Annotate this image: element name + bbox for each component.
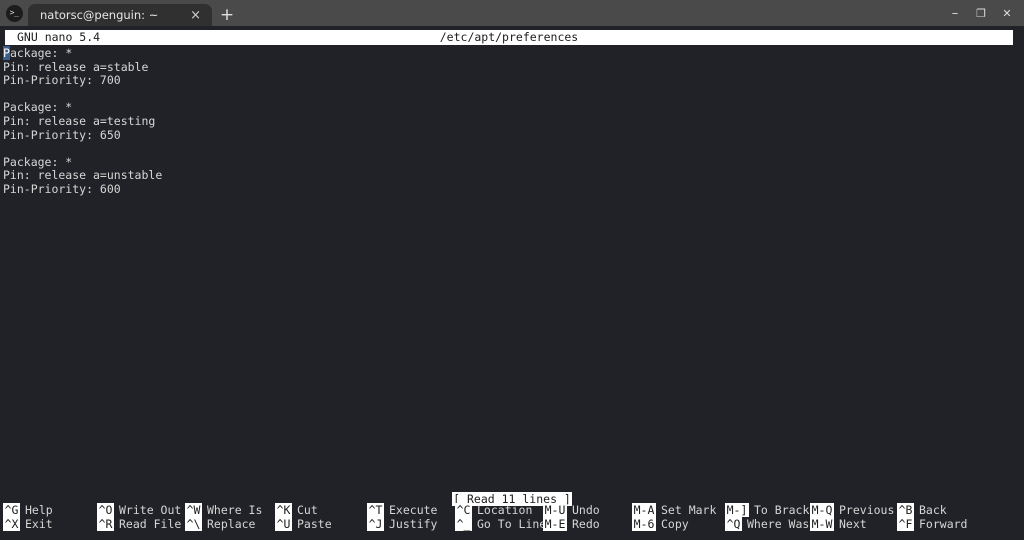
shortcut-paste[interactable]: ^U Paste xyxy=(275,517,332,531)
shortcut-previous[interactable]: M-Q Previous xyxy=(810,503,894,517)
editor-line: Pin: release a=unstable xyxy=(3,168,163,183)
editor-line: Package: * xyxy=(3,46,73,60)
shortcut-label: Execute xyxy=(389,503,438,517)
shortcut-key: ^C xyxy=(455,503,472,517)
window-titlebar: >_ natorsc@penguin: ~ × + – ❐ ✕ xyxy=(0,0,1024,26)
shortcut-copy[interactable]: M-6 Copy xyxy=(632,517,689,531)
shortcut-key: ^_ xyxy=(455,517,472,531)
shortcut-redo[interactable]: M-E Redo xyxy=(543,517,600,531)
shortcut-key: ^J xyxy=(367,517,384,531)
shortcut-key: ^W xyxy=(185,503,202,517)
shortcut-label: Read File xyxy=(119,517,182,531)
shortcut-write-out[interactable]: ^O Write Out xyxy=(97,503,181,517)
shortcut-label: Where Is xyxy=(207,503,263,517)
shortcut-key: M-6 xyxy=(632,517,656,531)
shortcut-where-was[interactable]: ^Q Where Was xyxy=(725,517,809,531)
editor-line: Pin: release a=stable xyxy=(3,59,149,74)
new-tab-button[interactable]: + xyxy=(212,4,242,26)
shortcut-undo[interactable]: M-U Undo xyxy=(543,503,600,517)
text-cursor: P xyxy=(3,46,10,60)
shortcut-label: Redo xyxy=(572,517,600,531)
shortcut-key: ^T xyxy=(367,503,384,517)
nano-shortcut-bar: ^G Help ^O Write Out ^W Where Is ^K Cut ^T Execut… xyxy=(0,503,1024,540)
shortcut-key: ^Q xyxy=(725,517,742,531)
shortcut-label: Back xyxy=(919,503,947,517)
shortcut-label: Write Out xyxy=(119,503,182,517)
shortcut-label: Paste xyxy=(297,517,332,531)
editor-line: Pin: release a=testing xyxy=(3,113,156,128)
shortcut-label: Location xyxy=(477,503,533,517)
editor-text-area[interactable]: Package: * Pin: release a=stable Pin-Prior… xyxy=(0,46,1024,502)
shortcut-key: M-Q xyxy=(810,503,834,517)
shortcut-label: Set Mark xyxy=(661,503,717,517)
nano-filename-label: /etc/apt/preferences xyxy=(439,30,579,44)
window-controls: – ❐ ✕ xyxy=(942,0,1024,26)
maximize-window-icon[interactable]: ❐ xyxy=(968,0,994,26)
shortcut-key: ^X xyxy=(3,517,20,531)
shortcut-key: M-E xyxy=(543,517,567,531)
shortcut-execute[interactable]: ^T Execute xyxy=(367,503,437,517)
shortcut-set-mark[interactable]: M-A Set Mark xyxy=(632,503,716,517)
shortcut-key: ^R xyxy=(97,517,114,531)
shortcut-replace[interactable]: ^\ Replace xyxy=(185,517,255,531)
shortcut-label: Forward xyxy=(919,517,968,531)
shortcut-label: Replace xyxy=(207,517,256,531)
shortcut-exit[interactable]: ^X Exit xyxy=(3,517,53,531)
editor-line: Package: * xyxy=(3,154,73,169)
shortcut-label: Help xyxy=(25,503,53,517)
shortcut-location[interactable]: ^C Location xyxy=(455,503,532,517)
shortcut-label: Where Was xyxy=(747,517,810,531)
shortcut-read-file[interactable]: ^R Read File xyxy=(97,517,181,531)
shortcut-key: ^F xyxy=(897,517,914,531)
shortcut-key: ^K xyxy=(275,503,292,517)
editor-line: Pin-Priority: 600 xyxy=(3,181,121,196)
shortcut-cut[interactable]: ^K Cut xyxy=(275,503,318,517)
shortcut-justify[interactable]: ^J Justify xyxy=(367,517,437,531)
close-tab-icon[interactable]: × xyxy=(187,9,204,22)
shortcut-label: Go To Line xyxy=(477,517,547,531)
terminal-tab-title: natorsc@penguin: ~ xyxy=(40,8,159,22)
editor-line: Pin-Priority: 650 xyxy=(3,127,121,142)
nano-titlebar: GNU nano 5.4 /etc/apt/preferences xyxy=(5,30,1013,45)
editor-line: Package: * xyxy=(3,100,73,115)
shortcut-key: M-] xyxy=(725,503,749,517)
editor-line: Pin-Priority: 700 xyxy=(3,73,121,88)
shortcut-go-to-line[interactable]: ^_ Go To Line xyxy=(455,517,546,531)
shortcut-label: Copy xyxy=(661,517,689,531)
shortcut-key: ^B xyxy=(897,503,914,517)
shortcut-key: ^O xyxy=(97,503,114,517)
terminal-app-icon: >_ xyxy=(0,0,28,26)
shortcut-where-is[interactable]: ^W Where Is xyxy=(185,503,262,517)
shortcut-label: Justify xyxy=(389,517,438,531)
shortcut-key: ^\ xyxy=(185,517,202,531)
shortcut-next[interactable]: M-W Next xyxy=(810,517,867,531)
minimize-window-icon[interactable]: – xyxy=(942,0,968,26)
shortcut-help[interactable]: ^G Help xyxy=(3,503,53,517)
close-window-icon[interactable]: ✕ xyxy=(994,0,1020,26)
terminal-tab[interactable]: natorsc@penguin: ~ × xyxy=(28,4,212,26)
shortcut-key: ^U xyxy=(275,517,292,531)
shortcut-label: Previous xyxy=(839,503,895,517)
shortcut-key: ^G xyxy=(3,503,20,517)
shortcut-label: Exit xyxy=(25,517,53,531)
shortcut-label: Undo xyxy=(572,503,600,517)
shortcut-key: M-W xyxy=(810,517,834,531)
shortcut-row-2: ^X Exit ^R Read File ^\ Replace ^U Paste ^J Justi… xyxy=(0,517,1024,531)
nano-editor-screen: GNU nano 5.4 /etc/apt/preferences Packag… xyxy=(0,26,1024,540)
shortcut-back[interactable]: ^B Back xyxy=(897,503,947,517)
shortcut-label: Next xyxy=(839,517,867,531)
shortcut-key: M-A xyxy=(632,503,656,517)
shortcut-label: Cut xyxy=(297,503,318,517)
terminal-prompt-icon: >_ xyxy=(5,4,23,22)
shortcut-to-bracket[interactable]: M-] To Bracket xyxy=(725,503,823,517)
shortcut-row-1: ^G Help ^O Write Out ^W Where Is ^K Cut ^T Execut… xyxy=(0,503,1024,517)
shortcut-key: M-U xyxy=(543,503,567,517)
shortcut-forward[interactable]: ^F Forward xyxy=(897,517,967,531)
